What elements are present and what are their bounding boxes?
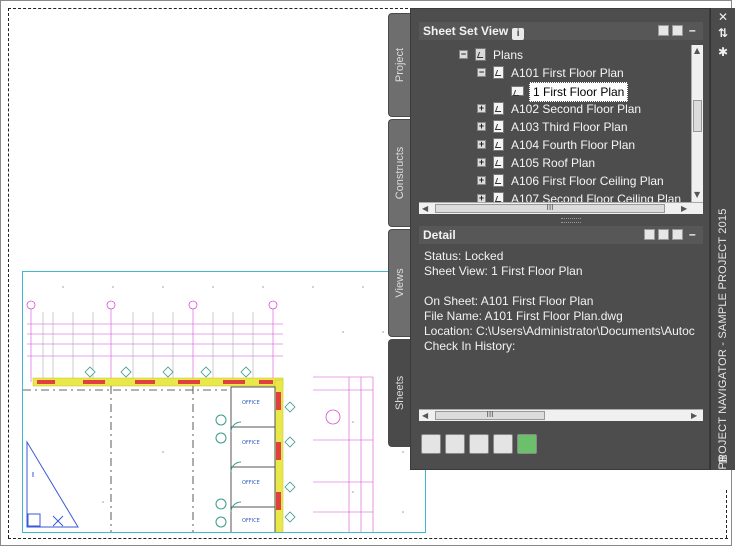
sheet-set-icon[interactable] xyxy=(658,25,669,36)
sheet-set-view-title: Sheet Set View xyxy=(423,24,509,38)
detail-on-sheet: On Sheet: A101 First Floor Plan xyxy=(424,294,594,308)
sheet-icon xyxy=(493,120,504,133)
room-label-2: OFFICE xyxy=(242,440,260,446)
detail-tools: – xyxy=(641,228,699,241)
pane-splitter[interactable] xyxy=(561,218,581,223)
sheet-icon xyxy=(493,174,504,187)
detail-status: Status: Locked xyxy=(424,249,504,263)
expand-icon[interactable]: + xyxy=(477,104,486,113)
palette-title: PROJECT NAVIGATOR - SAMPLE PROJECT 2015 xyxy=(717,208,729,470)
collapse-icon[interactable]: − xyxy=(459,50,468,59)
tree-horizontal-scroll-thumb[interactable]: III xyxy=(435,203,665,213)
info-icon[interactable]: i xyxy=(512,28,525,40)
scroll-right-icon[interactable]: ▶ xyxy=(681,203,687,214)
tab-sheets[interactable]: Sheets xyxy=(388,339,410,447)
preview-icon[interactable] xyxy=(644,229,655,240)
sheet-icon xyxy=(493,156,504,169)
tab-project[interactable]: Project xyxy=(388,13,410,117)
palette-body: Sheet Set View i – − Plans − A101 First F… xyxy=(410,8,710,470)
sheet-list-icon[interactable] xyxy=(493,434,513,454)
locked-sheet-icon xyxy=(493,66,504,79)
refresh-icon[interactable] xyxy=(517,434,537,454)
properties-icon[interactable]: ✱ xyxy=(717,46,729,58)
subset-icon xyxy=(475,48,486,61)
detail-sheet-view: Sheet View: 1 First Floor Plan xyxy=(424,264,583,278)
new-sheet-icon[interactable] xyxy=(445,434,465,454)
view-icon xyxy=(511,86,524,96)
palette-title-bar[interactable]: ✕ ⇅ ✱ PROJECT NAVIGATOR - SAMPLE PROJECT… xyxy=(710,8,735,470)
sheet-border-right xyxy=(726,490,727,538)
sheet-icon xyxy=(493,102,504,115)
sheet-set-view-tools: – xyxy=(655,24,699,37)
floor-plan-drawing: OFFICE OFFICE OFFICE OFFICE xyxy=(23,286,404,532)
sheet-border-left xyxy=(8,8,9,538)
expand-icon[interactable]: + xyxy=(477,122,486,131)
auto-hide-icon[interactable]: ⇅ xyxy=(717,27,729,39)
palette-settings-icon[interactable]: ▤ xyxy=(717,454,729,466)
detail-check-in-history: Check In History: xyxy=(424,339,516,353)
tree-horizontal-scrollbar[interactable]: ◀ III ▶ xyxy=(419,202,703,214)
scroll-right-icon[interactable]: ▶ xyxy=(691,410,697,421)
room-label-3: OFFICE xyxy=(242,480,260,486)
detail-header: Detail – xyxy=(419,226,703,244)
sheet-icon xyxy=(493,192,504,202)
detail-title: Detail xyxy=(423,228,456,242)
detail-file-name: File Name: A101 First Floor Plan.dwg xyxy=(424,309,623,323)
folder-icon[interactable] xyxy=(672,25,683,36)
detail-panel: Status: Locked Sheet View: 1 First Floor… xyxy=(419,249,703,409)
palette-tabs: Project Constructs Views Sheets xyxy=(388,8,410,450)
close-icon[interactable]: ✕ xyxy=(717,11,729,23)
collapse-icon[interactable]: − xyxy=(477,68,486,77)
sheet-set-tree[interactable]: − Plans − A101 First Floor Plan 1 First … xyxy=(419,45,691,202)
scroll-left-icon[interactable]: ◀ xyxy=(422,203,428,214)
expand-icon[interactable]: + xyxy=(477,140,486,149)
layout-viewport[interactable]: OFFICE OFFICE OFFICE OFFICE xyxy=(22,271,426,533)
expand-icon[interactable]: + xyxy=(477,158,486,167)
tab-views[interactable]: Views xyxy=(388,229,410,337)
detail-scroll-thumb[interactable]: III xyxy=(435,410,545,420)
tab-constructs[interactable]: Constructs xyxy=(388,119,410,227)
sheet-border-top xyxy=(8,8,408,9)
detail-location: Location: C:\Users\Administrator\Documen… xyxy=(424,324,695,338)
history-icon[interactable] xyxy=(672,229,683,240)
detail-horizontal-scrollbar[interactable]: ◀ III ▶ xyxy=(419,409,703,421)
minimize-icon[interactable]: – xyxy=(689,228,699,240)
room-label-1: OFFICE xyxy=(242,400,260,406)
project-navigator-palette: Project Constructs Views Sheets Sheet Se… xyxy=(388,8,735,470)
place-view-icon[interactable] xyxy=(469,434,489,454)
scroll-left-icon[interactable]: ◀ xyxy=(422,410,428,421)
sheet-border-bottom xyxy=(8,538,728,539)
sheet-set-view-header: Sheet Set View i – xyxy=(419,22,703,40)
details-icon[interactable] xyxy=(658,229,669,240)
sheet-icon xyxy=(493,138,504,151)
minimize-icon[interactable]: – xyxy=(689,24,699,36)
scroll-up-icon[interactable]: ▲ xyxy=(694,45,700,56)
expand-icon[interactable]: + xyxy=(477,176,486,185)
publish-icon[interactable] xyxy=(421,434,441,454)
tree-vertical-scroll-thumb[interactable] xyxy=(693,100,702,132)
expand-icon[interactable]: + xyxy=(477,194,486,202)
room-label-4: OFFICE xyxy=(242,518,260,524)
scroll-down-icon[interactable]: ▼ xyxy=(694,189,700,200)
tree-vertical-scrollbar[interactable]: ▲ ▼ xyxy=(691,45,703,202)
